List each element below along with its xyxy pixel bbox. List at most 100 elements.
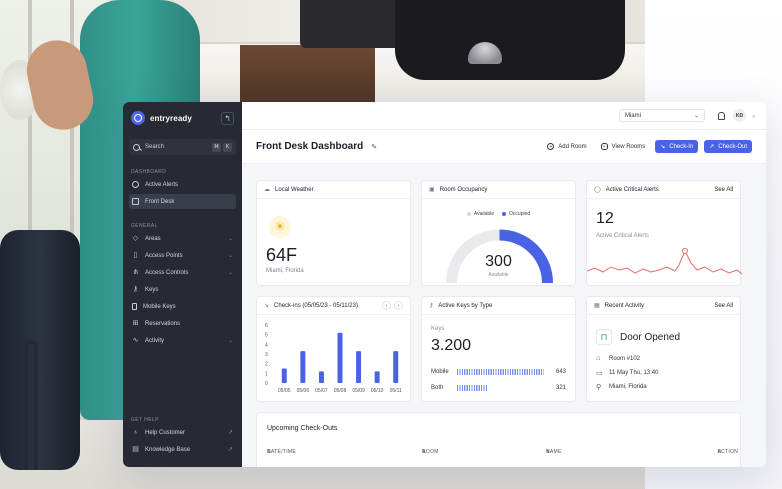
prev-week-button[interactable]: ‹ [382, 301, 391, 310]
activity-room-row: ⌂ Room #102 [596, 355, 640, 362]
card-title: Recent Activity [604, 302, 645, 309]
sidebar-item-mobile-keys[interactable]: Mobile Keys [129, 299, 236, 314]
logo-icon [131, 111, 145, 125]
weather-icon: ☁ [264, 187, 270, 193]
sidebar-item-activity[interactable]: ∿ Activity ⌄ [129, 333, 236, 348]
key-type-label: Both [431, 385, 444, 391]
unlock-icon: ⊓ [596, 329, 612, 345]
check-in-label: Check-In [669, 143, 694, 150]
add-room-label: Add Room [558, 143, 587, 150]
sidebar-item-access-controls[interactable]: ⋔ Access Controls ⌄ [129, 265, 236, 280]
collapse-sidebar-button[interactable]: ↰ [221, 111, 234, 125]
arrow-down-right-icon: ↘ [264, 303, 270, 309]
y-tick-label: 4 [265, 342, 268, 348]
occupancy-card: ▣ Room Occupancy Available Occupied 300 … [421, 180, 576, 286]
alert-circle-icon [132, 181, 139, 188]
activity-location-row: ⚲ Miami, Florida [596, 383, 647, 391]
brand-name: entryready [150, 113, 192, 123]
monitor-icon [132, 198, 139, 205]
arrow-up-right-icon: ↗ [709, 144, 715, 150]
search-placeholder: Search [145, 144, 165, 150]
chevron-down-icon: ⌄ [693, 113, 699, 119]
sidebar-item-label: Activity [145, 337, 165, 344]
card-header: ↘ Check-ins (05/05/23 - 05/11/23) ‹ › [257, 297, 410, 315]
sidebar-item-reservations[interactable]: ⊞ Reservations [129, 316, 236, 331]
key-type-label: Mobile [431, 369, 449, 375]
upcoming-checkouts-card: Upcoming Check-Outs DATE/TIME ⇅ ROOM ⇅ N… [256, 412, 741, 467]
chevron-down-icon[interactable]: ⌄ [751, 112, 756, 119]
sidebar-item-keys[interactable]: ⚷ Keys [129, 282, 236, 297]
sidebar-item-areas[interactable]: ◇ Areas ⌄ [129, 231, 236, 246]
key-type-value: 643 [555, 369, 566, 375]
activity-see-all-link[interactable]: See All [714, 303, 733, 309]
key-type-value: 321 [555, 385, 566, 391]
occupancy-legend: Available Occupied [422, 211, 575, 217]
activity-icon: ∿ [132, 337, 139, 344]
search-input[interactable]: Search ⌘ K [129, 139, 236, 155]
activity-room: Room #102 [609, 355, 641, 362]
sidebar-item-access-points[interactable]: ▯ Access Points ⌄ [129, 248, 236, 263]
door-icon: ▯ [133, 252, 138, 259]
arrow-up-right-icon: ↗ [227, 447, 233, 453]
legend-occupied: Occupied [502, 211, 530, 217]
sidebar-item-knowledge-base[interactable]: ▤ Knowledge Base ↗ [129, 442, 236, 457]
sidebar-item-help-customer[interactable]: ♁ Help Customer ↗ [129, 425, 236, 440]
sidebar-item-front-desk[interactable]: Front Desk [129, 194, 236, 209]
notification-bell-icon[interactable] [717, 111, 725, 120]
card-title: Room Occupancy [439, 186, 488, 193]
app-window: entryready ↰ Search ⌘ K DASHBOARD Active… [123, 102, 766, 467]
column-header-room[interactable]: ROOM ⇅ [422, 449, 438, 455]
header-actions: + Add Room • View Rooms ↘ Check-In ↗ Che… [543, 140, 752, 153]
card-header: ▦ Recent Activity See All [587, 297, 740, 315]
column-header-name[interactable]: NAME ⇅ [546, 449, 561, 455]
column-header-date[interactable]: DATE/TIME ⇅ [267, 449, 296, 455]
key-type-bar [457, 385, 487, 391]
help-section: GET HELP ♁ Help Customer ↗ ▤ Knowledge B… [123, 417, 242, 457]
alerts-see-all-link[interactable]: See All [714, 187, 733, 193]
check-in-button[interactable]: ↘ Check-In [655, 140, 699, 153]
key-type-row: Both 321 [431, 384, 566, 392]
card-title: Active Critical Alerts [605, 186, 659, 193]
x-tick-label: 05/09 [352, 388, 365, 394]
y-tick-label: 0 [265, 381, 268, 387]
check-out-button[interactable]: ↗ Check-Out [704, 140, 752, 153]
bar [393, 351, 399, 383]
alert-circle-icon: ◯ [594, 187, 601, 193]
occupancy-sub: Available [488, 272, 509, 278]
temperature: 64F [266, 245, 298, 265]
alert-sub: Active Critical Alerts [596, 233, 650, 239]
activity-icon: ▦ [594, 303, 600, 309]
eye-icon: • [600, 143, 608, 150]
view-rooms-button[interactable]: • View Rooms [597, 140, 650, 153]
book-icon: ▤ [132, 446, 139, 453]
bulb-icon: ♁ [132, 429, 139, 436]
x-tick-label: 05/10 [371, 388, 384, 394]
pin-icon[interactable]: ✎ [371, 143, 377, 151]
add-room-button[interactable]: + Add Room [543, 140, 590, 153]
x-tick-label: 05/07 [315, 388, 328, 394]
sidebar-item-active-alerts[interactable]: Active Alerts [129, 177, 236, 192]
card-header: ⚷ Active Keys by Type [422, 297, 575, 315]
activity-time: 11 May Thu, 13:40 [609, 370, 659, 376]
sidebar-item-label: Front Desk [145, 198, 175, 205]
search-shortcut: ⌘ K [212, 142, 232, 152]
sidebar-item-label: Areas [145, 235, 161, 242]
calendar-icon: ▭ [596, 370, 603, 377]
activity-event: Door Opened [620, 332, 681, 343]
y-tick-label: 6 [265, 323, 268, 329]
next-week-button[interactable]: › [394, 301, 403, 310]
chevron-down-icon: ⌄ [227, 253, 233, 259]
city-select[interactable]: Miami ⌄ [618, 109, 705, 122]
y-tick-label: 5 [265, 333, 268, 339]
column-header-action[interactable]: ACTION ⇅ [718, 449, 738, 455]
topbar: Miami ⌄ KD ⌄ [242, 102, 766, 130]
section-label-help: GET HELP [131, 417, 159, 423]
avatar[interactable]: KD [732, 109, 746, 122]
legend-available: Available [466, 211, 494, 217]
sidebar-item-label: Active Alerts [145, 181, 179, 188]
bar [300, 351, 306, 383]
main-content: Miami ⌄ KD ⌄ Front Desk Dashboard ✎ + Ad… [242, 102, 766, 467]
key-icon: ⚷ [132, 286, 139, 293]
x-tick-label: 05/11 [390, 388, 402, 394]
bar [356, 351, 362, 383]
